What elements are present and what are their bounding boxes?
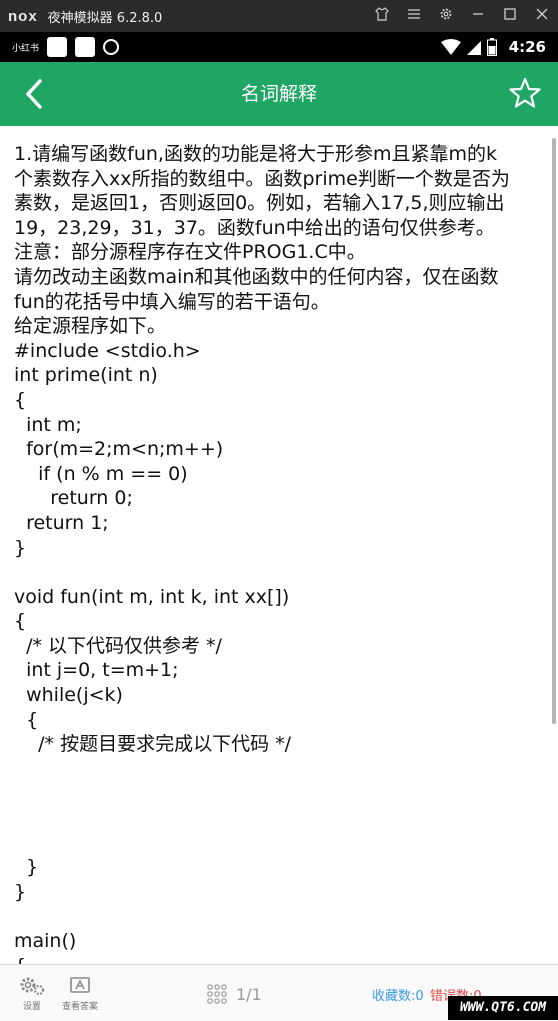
chevron-left-icon (26, 79, 42, 109)
menu-icon[interactable] (398, 7, 430, 25)
notification-app-label: 小红书 (12, 43, 40, 54)
question-content[interactable]: 1.请编写函数fun,函数的功能是将大于形参m且紧靠m的k 个素数存入xx所指的… (0, 126, 558, 964)
signal-icon (466, 41, 481, 55)
maximize-icon[interactable] (494, 7, 526, 25)
watermark: WWW.QT6.COM (448, 996, 558, 1020)
page-title: 名词解释 (240, 83, 317, 105)
question-pager[interactable]: 1/1 (206, 983, 262, 1005)
android-status-bar: 小红书 4:26 (0, 32, 558, 62)
settings-label: 设置 (22, 1002, 41, 1012)
settings-icon[interactable] (430, 7, 462, 25)
favorite-button[interactable] (508, 76, 542, 110)
app-header: 名词解释 (0, 62, 558, 126)
minimize-icon[interactable] (462, 7, 494, 25)
emulator-window-controls (366, 0, 558, 32)
back-button[interactable] (18, 76, 54, 112)
view-answer-button[interactable]: 查看答案 (62, 975, 98, 1012)
gear-icon (20, 977, 45, 996)
status-icons: 4:26 (440, 32, 546, 62)
emulator-logo: nox (8, 7, 38, 25)
question-text: 1.请编写函数fun,函数的功能是将大于形参m且紧靠m的k 个素数存入xx所指的… (14, 143, 510, 964)
emulator-title: 夜神模拟器 6.2.8.0 (47, 10, 163, 26)
star-icon (509, 77, 541, 108)
grid-icon (207, 984, 227, 1004)
wifi-icon (440, 39, 461, 55)
close-icon[interactable] (526, 7, 558, 25)
notification-circle-icon (103, 39, 120, 55)
answer-icon (70, 977, 90, 993)
favorites-count[interactable]: 收藏数:0 (372, 985, 424, 1004)
settings-button[interactable]: 设置 (18, 975, 46, 1012)
clock: 4:26 (508, 38, 546, 56)
notification-icon (75, 37, 96, 57)
shirt-icon[interactable] (366, 7, 398, 25)
battery-icon (486, 38, 497, 56)
view-answer-label: 查看答案 (62, 1002, 99, 1012)
notification-icon (47, 37, 68, 57)
scrollbar[interactable] (552, 138, 556, 724)
pager-text: 1/1 (236, 984, 262, 1004)
emulator-title-bar: nox 夜神模拟器 6.2.8.0 (0, 0, 558, 32)
